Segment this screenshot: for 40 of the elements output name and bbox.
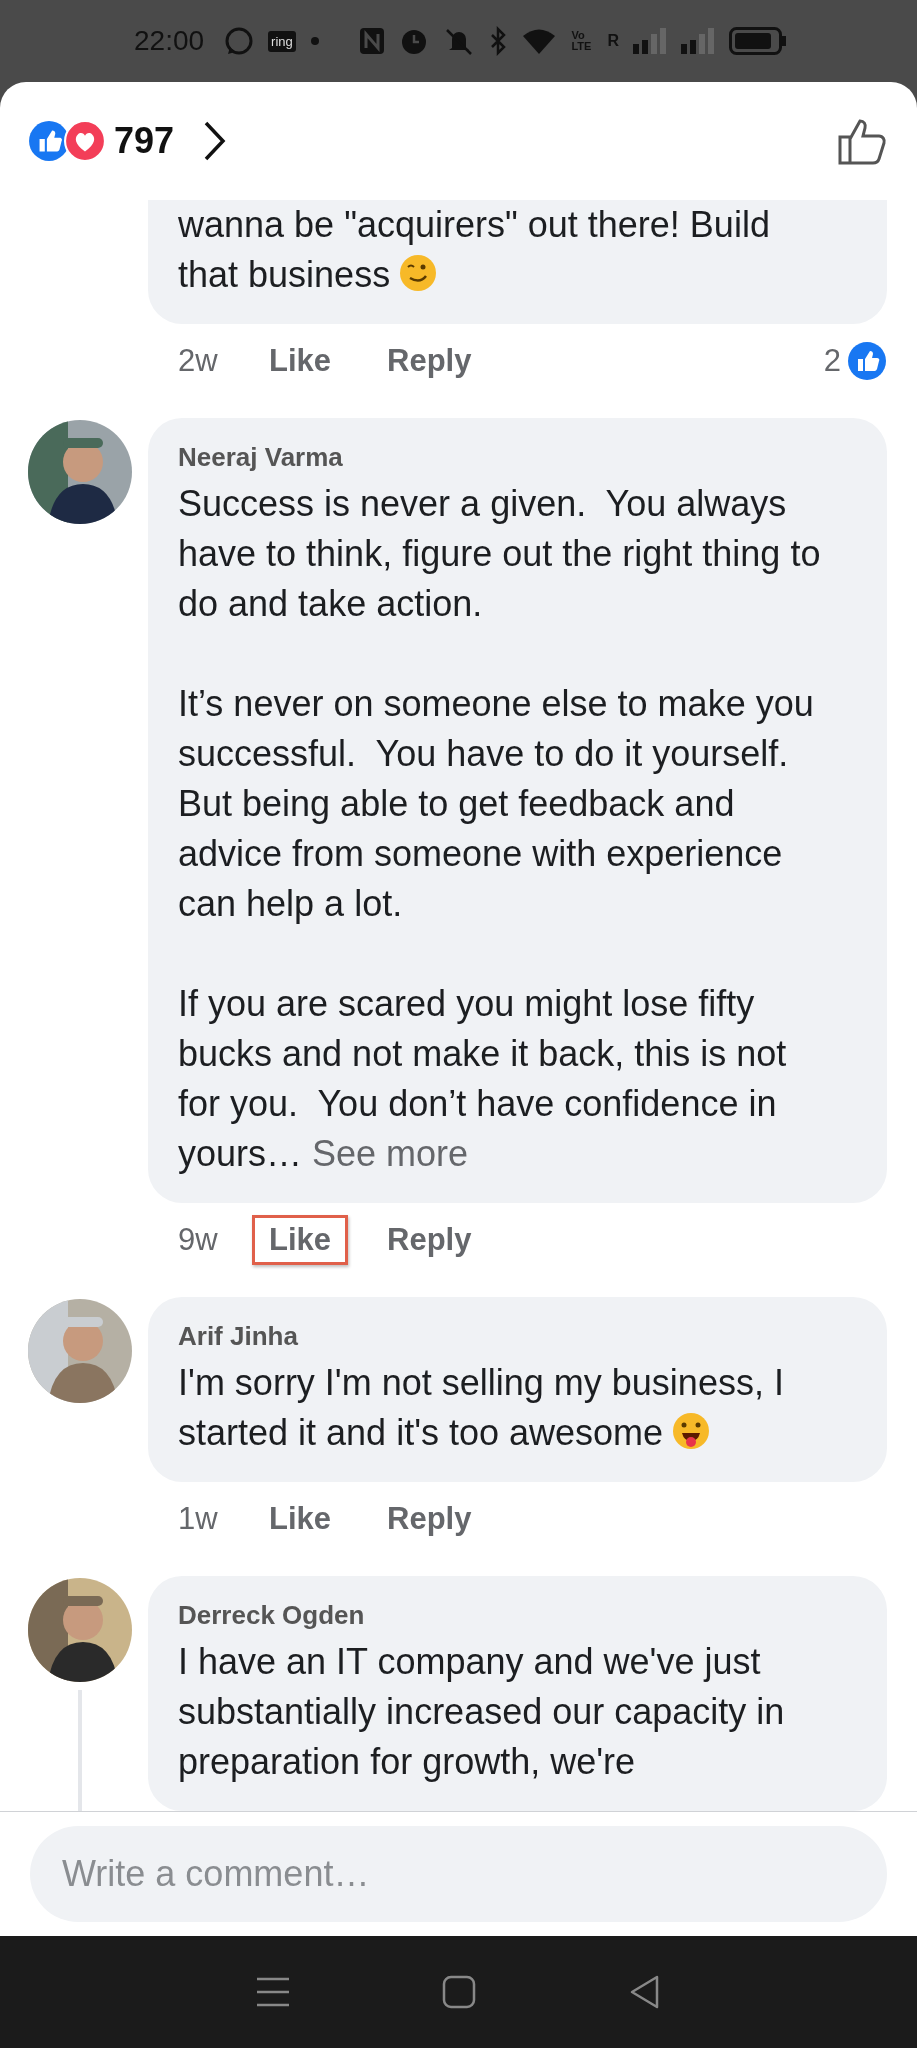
roaming-label: R xyxy=(607,33,619,49)
signal-icon xyxy=(681,28,715,54)
comment-text: It’s never on someone else to make you successful. You have to do it yourself. But being able to get feedback and advice from someone with experience can help a lot. xyxy=(178,682,815,926)
comment-text: I'm sorry I'm not selling my business, I started it and it's too awesome xyxy=(178,1361,785,1455)
chat-app-icon xyxy=(224,26,255,56)
home-icon[interactable] xyxy=(442,1975,477,2009)
reply-button[interactable]: Reply xyxy=(370,336,489,386)
like-button[interactable]: Like xyxy=(252,1215,349,1265)
comment-text: If you are scared you might lose fifty bucks and not make it back, this is not for you. You don’t have confidence in yours… See more xyxy=(178,982,788,1176)
comment-input[interactable]: Write a comment… xyxy=(30,1826,887,1922)
reply-button[interactable]: Reply xyxy=(370,1215,489,1265)
comment-text: Success is never a given. You always have to think, figure out the right thing to do and take action. xyxy=(178,482,822,626)
author-name[interactable]: Derreck Ogden xyxy=(178,1600,827,1631)
nfc-icon xyxy=(359,27,386,55)
reaction-count[interactable]: 797 xyxy=(114,120,175,162)
comment-text: I have an IT company and we've just substantially increased our capacity in preparation for growth, we're xyxy=(178,1640,786,1784)
network-label: Vo LTE xyxy=(571,30,593,52)
author-name[interactable]: Neeraj Varma xyxy=(178,442,827,473)
like-button[interactable]: Like xyxy=(252,336,349,386)
love-reaction-icon xyxy=(64,120,106,162)
bluetooth-icon xyxy=(489,26,508,56)
clock-time: 22:00 xyxy=(134,25,205,57)
wink-emoji-icon xyxy=(398,253,439,293)
comment-time: 1w xyxy=(178,1501,219,1537)
like-button[interactable]: Like xyxy=(252,1494,349,1544)
back-icon[interactable] xyxy=(628,1975,661,2009)
comment-text: wanna be "acquirers" out there! Build that business xyxy=(178,203,771,297)
tongue-emoji-icon xyxy=(671,1411,712,1451)
like-badge-icon xyxy=(847,341,887,381)
like-count: 2 xyxy=(823,343,841,379)
battery-icon xyxy=(729,27,787,55)
author-name[interactable]: Arif Jinha xyxy=(178,1321,827,1352)
reply-button[interactable]: Reply xyxy=(370,1494,489,1544)
comment-time: 9w xyxy=(178,1222,219,1258)
menu-icon[interactable] xyxy=(256,1976,291,2008)
signal-icon xyxy=(633,28,667,54)
app-badge: ring xyxy=(268,30,296,52)
comment-time: 2w xyxy=(178,343,219,379)
see-more-link[interactable]: See more xyxy=(312,1133,469,1174)
dot-icon xyxy=(309,36,320,46)
